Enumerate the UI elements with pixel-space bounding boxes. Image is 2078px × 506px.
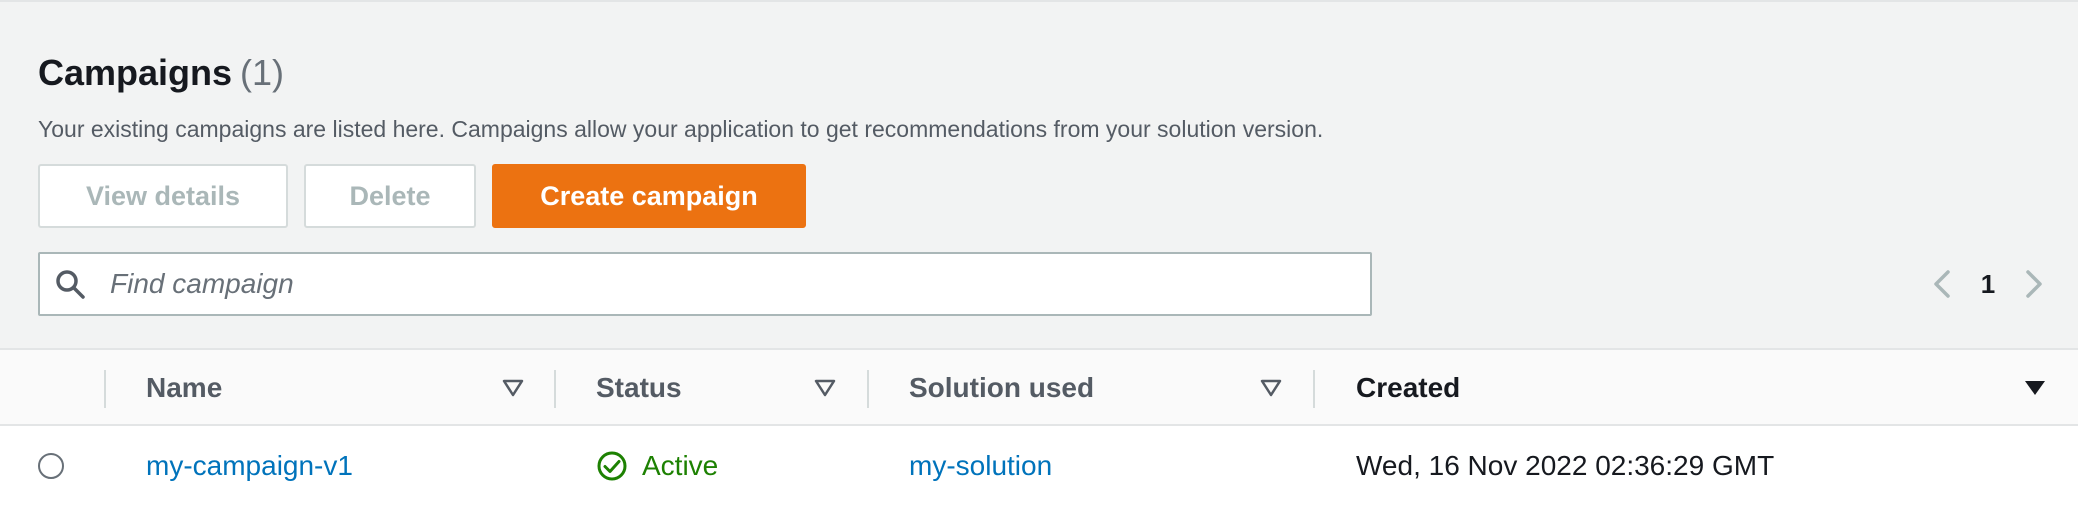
column-label: Name [146, 372, 223, 403]
delete-button[interactable]: Delete [304, 164, 476, 228]
column-divider [554, 370, 556, 408]
column-divider [1313, 370, 1315, 408]
chevron-left-icon[interactable] [1928, 264, 1956, 304]
section-description: Your existing campaigns are listed here.… [38, 116, 1324, 142]
status-text: Active [642, 450, 719, 481]
chevron-right-icon[interactable] [2020, 264, 2048, 304]
row-select-radio-cell [38, 426, 64, 506]
column-label: Created [1356, 372, 1461, 403]
caret-down-filled-icon[interactable] [2024, 350, 2046, 426]
column-header-created[interactable]: Created [1356, 350, 1460, 426]
check-circle-icon [596, 450, 628, 482]
campaign-name-link[interactable]: my-campaign-v1 [146, 450, 353, 482]
row-select-radio[interactable] [38, 453, 64, 479]
column-divider [104, 370, 106, 408]
column-header-status[interactable]: Status [596, 350, 682, 426]
view-details-button[interactable]: View details [38, 164, 288, 228]
created-timestamp: Wed, 16 Nov 2022 02:36:29 GMT [1356, 450, 1775, 481]
page-number[interactable]: 1 [1956, 269, 2020, 300]
caret-down-outline-icon[interactable] [814, 350, 836, 426]
create-campaign-button[interactable]: Create campaign [492, 164, 806, 228]
campaigns-table: Name Status Solution used Created my-cam… [0, 348, 2078, 506]
caret-down-outline-icon[interactable] [1260, 350, 1282, 426]
column-label: Status [596, 372, 682, 403]
column-divider [867, 370, 869, 408]
column-header-name[interactable]: Name [146, 350, 222, 426]
column-header-solution[interactable]: Solution used [909, 350, 1094, 426]
page-title: Campaigns (1) [38, 52, 284, 94]
table-row-solution-cell: my-solution [909, 426, 1052, 506]
campaign-count: (1) [240, 52, 285, 93]
table-body: my-campaign-v1 Active my-solution Wed, 1… [0, 426, 2078, 506]
campaigns-panel: Campaigns (1) Your existing campaigns are… [0, 0, 2078, 506]
search-icon [54, 268, 86, 300]
caret-down-outline-icon[interactable] [502, 350, 524, 426]
column-label: Solution used [909, 372, 1095, 403]
table-row-created-cell: Wed, 16 Nov 2022 02:36:29 GMT [1356, 426, 1774, 506]
search-input[interactable] [108, 267, 1312, 301]
title-text: Campaigns [38, 52, 233, 93]
table-header: Name Status Solution used Created [0, 348, 2078, 426]
table-row-name-cell: my-campaign-v1 [146, 426, 353, 506]
table-row-status-cell: Active [596, 426, 718, 506]
search-box[interactable] [38, 252, 1372, 316]
solution-link[interactable]: my-solution [909, 450, 1052, 482]
pagination: 1 [1928, 264, 2078, 304]
